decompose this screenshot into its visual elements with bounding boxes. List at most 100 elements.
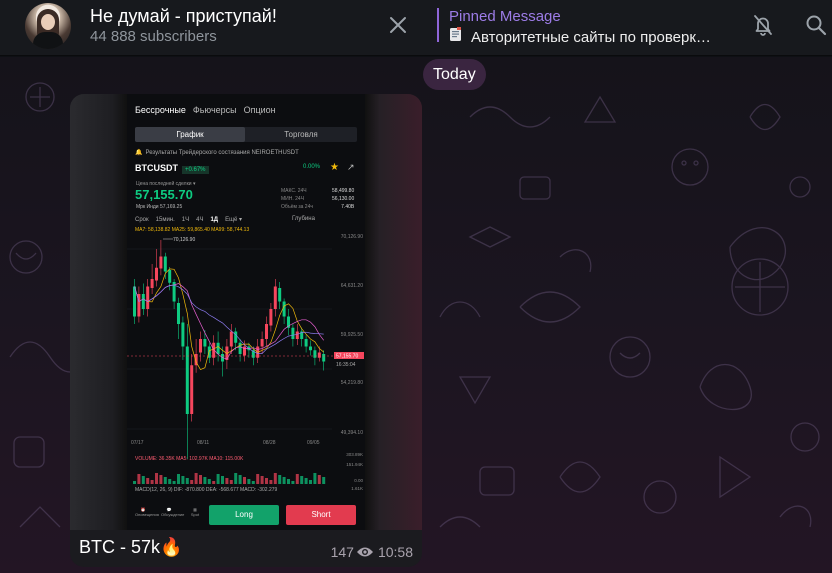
chart-candle [269,309,273,326]
avatar-face [41,14,55,30]
chart-candle [155,267,158,281]
chart-candle [304,339,308,347]
screenshot-segment-control: График Торговля [135,127,357,142]
chart-volume-bar [137,474,141,484]
close-icon[interactable] [385,12,411,38]
chart-candle [159,256,163,269]
volume-legend: VOLUME: 36.35K MA5: 102.97K MA10: 115.00… [135,456,244,462]
chart-volume-bar [251,481,255,484]
candlestick-chart: 70,126.90 64,631.20 59,925.50 54,219.80 49,3… [127,234,364,491]
chart-volume-bar [216,474,220,484]
chart-candle [185,346,189,414]
screenshot-bottom-bar: ⏰ Оповещения 💬 Обсуждение ▦ Spot Long Short [127,502,365,530]
last-price: 57,155.70 [135,187,193,202]
chart-volume-tick: 1.61K [351,486,363,491]
chart-ma-line [134,268,324,371]
chart-candle [212,342,216,358]
chart-candle [273,286,277,309]
depth-tab: Глубина [292,216,315,222]
chart-candle [322,354,326,362]
chart-y-tick: 54,219.80 [341,380,363,386]
chart-volume-bar [309,480,312,484]
chart-candle [278,288,282,302]
subscriber-count: 44 888 subscribers [90,28,217,45]
pair-change-right: 0.00% [303,164,321,170]
timeframe-item: 1Ч [181,217,190,223]
chart-candle [229,331,233,347]
chart-volume-bar [199,475,202,484]
chart-last-price: 57,155.70 [336,354,358,360]
segment-chart: График [135,127,245,142]
chart-volume-bar [155,473,158,484]
chart-volume-bar [177,474,180,484]
chart-volume-tick: 0.00 [354,478,363,483]
pinned-message[interactable]: Pinned Message Авторитетные сайты по про… [437,8,737,46]
chart-volume-bar [190,480,194,484]
chart-volume-bar [304,478,308,484]
mark-price: Мрк Инди 57,169.25 [136,204,183,210]
chart-volume-bar [207,479,211,484]
chart-high-label: 70,126.90 [173,237,195,243]
chart-candle [216,342,220,354]
chart-candle [313,350,317,358]
chart-candle [150,279,154,288]
chart-candle [238,342,242,354]
long-button: Long [209,505,279,525]
chart-volume-bar [247,479,251,484]
bell-off-icon[interactable] [750,12,776,38]
bottom-icon-label: Обсуждение [161,512,185,517]
screenshot-tab: Бессрочные [135,105,186,115]
search-icon[interactable] [803,12,829,38]
chart-volume-tick: 151.94K [346,462,363,467]
message-bubble[interactable]: Бессрочные Фьючерсы Опцион График Торговля… [70,94,422,567]
avatar-body [33,32,63,49]
chart-volume-bar [194,473,198,484]
chart-volume-bar [295,474,299,484]
pair-change-badge: +0.67% [182,166,209,174]
timeframe-item: 15мин. [155,217,175,223]
message-photo[interactable]: Бессрочные Фьючерсы Опцион График Торговля… [70,94,422,530]
chart-x-tick: 08/28 [263,440,276,446]
chart-volume-bar [203,477,207,484]
chart-volume-tick: 303.89K [346,452,363,457]
channel-avatar[interactable] [25,3,71,49]
chart-volume-bar [265,478,268,484]
chat-area: Today Бессрочные Фьючерсы Опцион График То… [0,57,832,573]
channel-title[interactable]: Не думай - приступай! [90,6,277,27]
chart-volume-bar [273,473,277,484]
chart-volume-bar [322,477,326,484]
chart-volume-bar [163,477,167,484]
document-icon [449,27,465,46]
stats-values: 58,499.80 56,130.00 7.40B [332,188,355,210]
chart-candle [309,346,312,351]
chart-volume-bar [168,479,172,484]
chart-volume-bar [181,476,185,484]
ma-legend: MA7: 58,138.82 MA25: 59,865.40 MA99: 58,… [135,227,250,233]
screenshot-tab: Фьючерсы [192,105,237,115]
screenshot-tab: Опцион [243,105,276,115]
chart-candle [199,339,202,353]
chart-x-tick: 07/17 [131,440,144,446]
chart-volume-bar [159,475,163,484]
segment-trade: Торговля [284,130,318,139]
pinned-message-preview: Авторитетные сайты по проверк… [471,29,711,46]
chart-volume-bar [225,478,229,484]
notice-text: Результаты Трейдерского состязания NEIRO… [145,150,299,156]
chart-volume-bar [300,476,304,484]
notice-bell-icon: 🔔 [135,150,143,156]
chart-volume-bar [133,481,136,484]
chart-volume-bar [313,473,317,484]
chart-candle [177,303,180,324]
chart-candle [265,324,268,339]
chart-candle [234,331,238,343]
pinned-message-label: Pinned Message [449,8,561,25]
chart-last-time: 16:35:04 [336,362,356,368]
chart-candle [260,339,264,347]
chart-volume-bar [150,480,154,484]
chart-candle [163,256,167,272]
chart-ma-line [134,284,324,354]
chart-volume-bar [256,474,260,484]
timeframe-item: Ещё ▾ [225,217,243,223]
timeframe-item: 4Ч [196,217,204,223]
chart-x-tick: 09/05 [307,440,320,446]
